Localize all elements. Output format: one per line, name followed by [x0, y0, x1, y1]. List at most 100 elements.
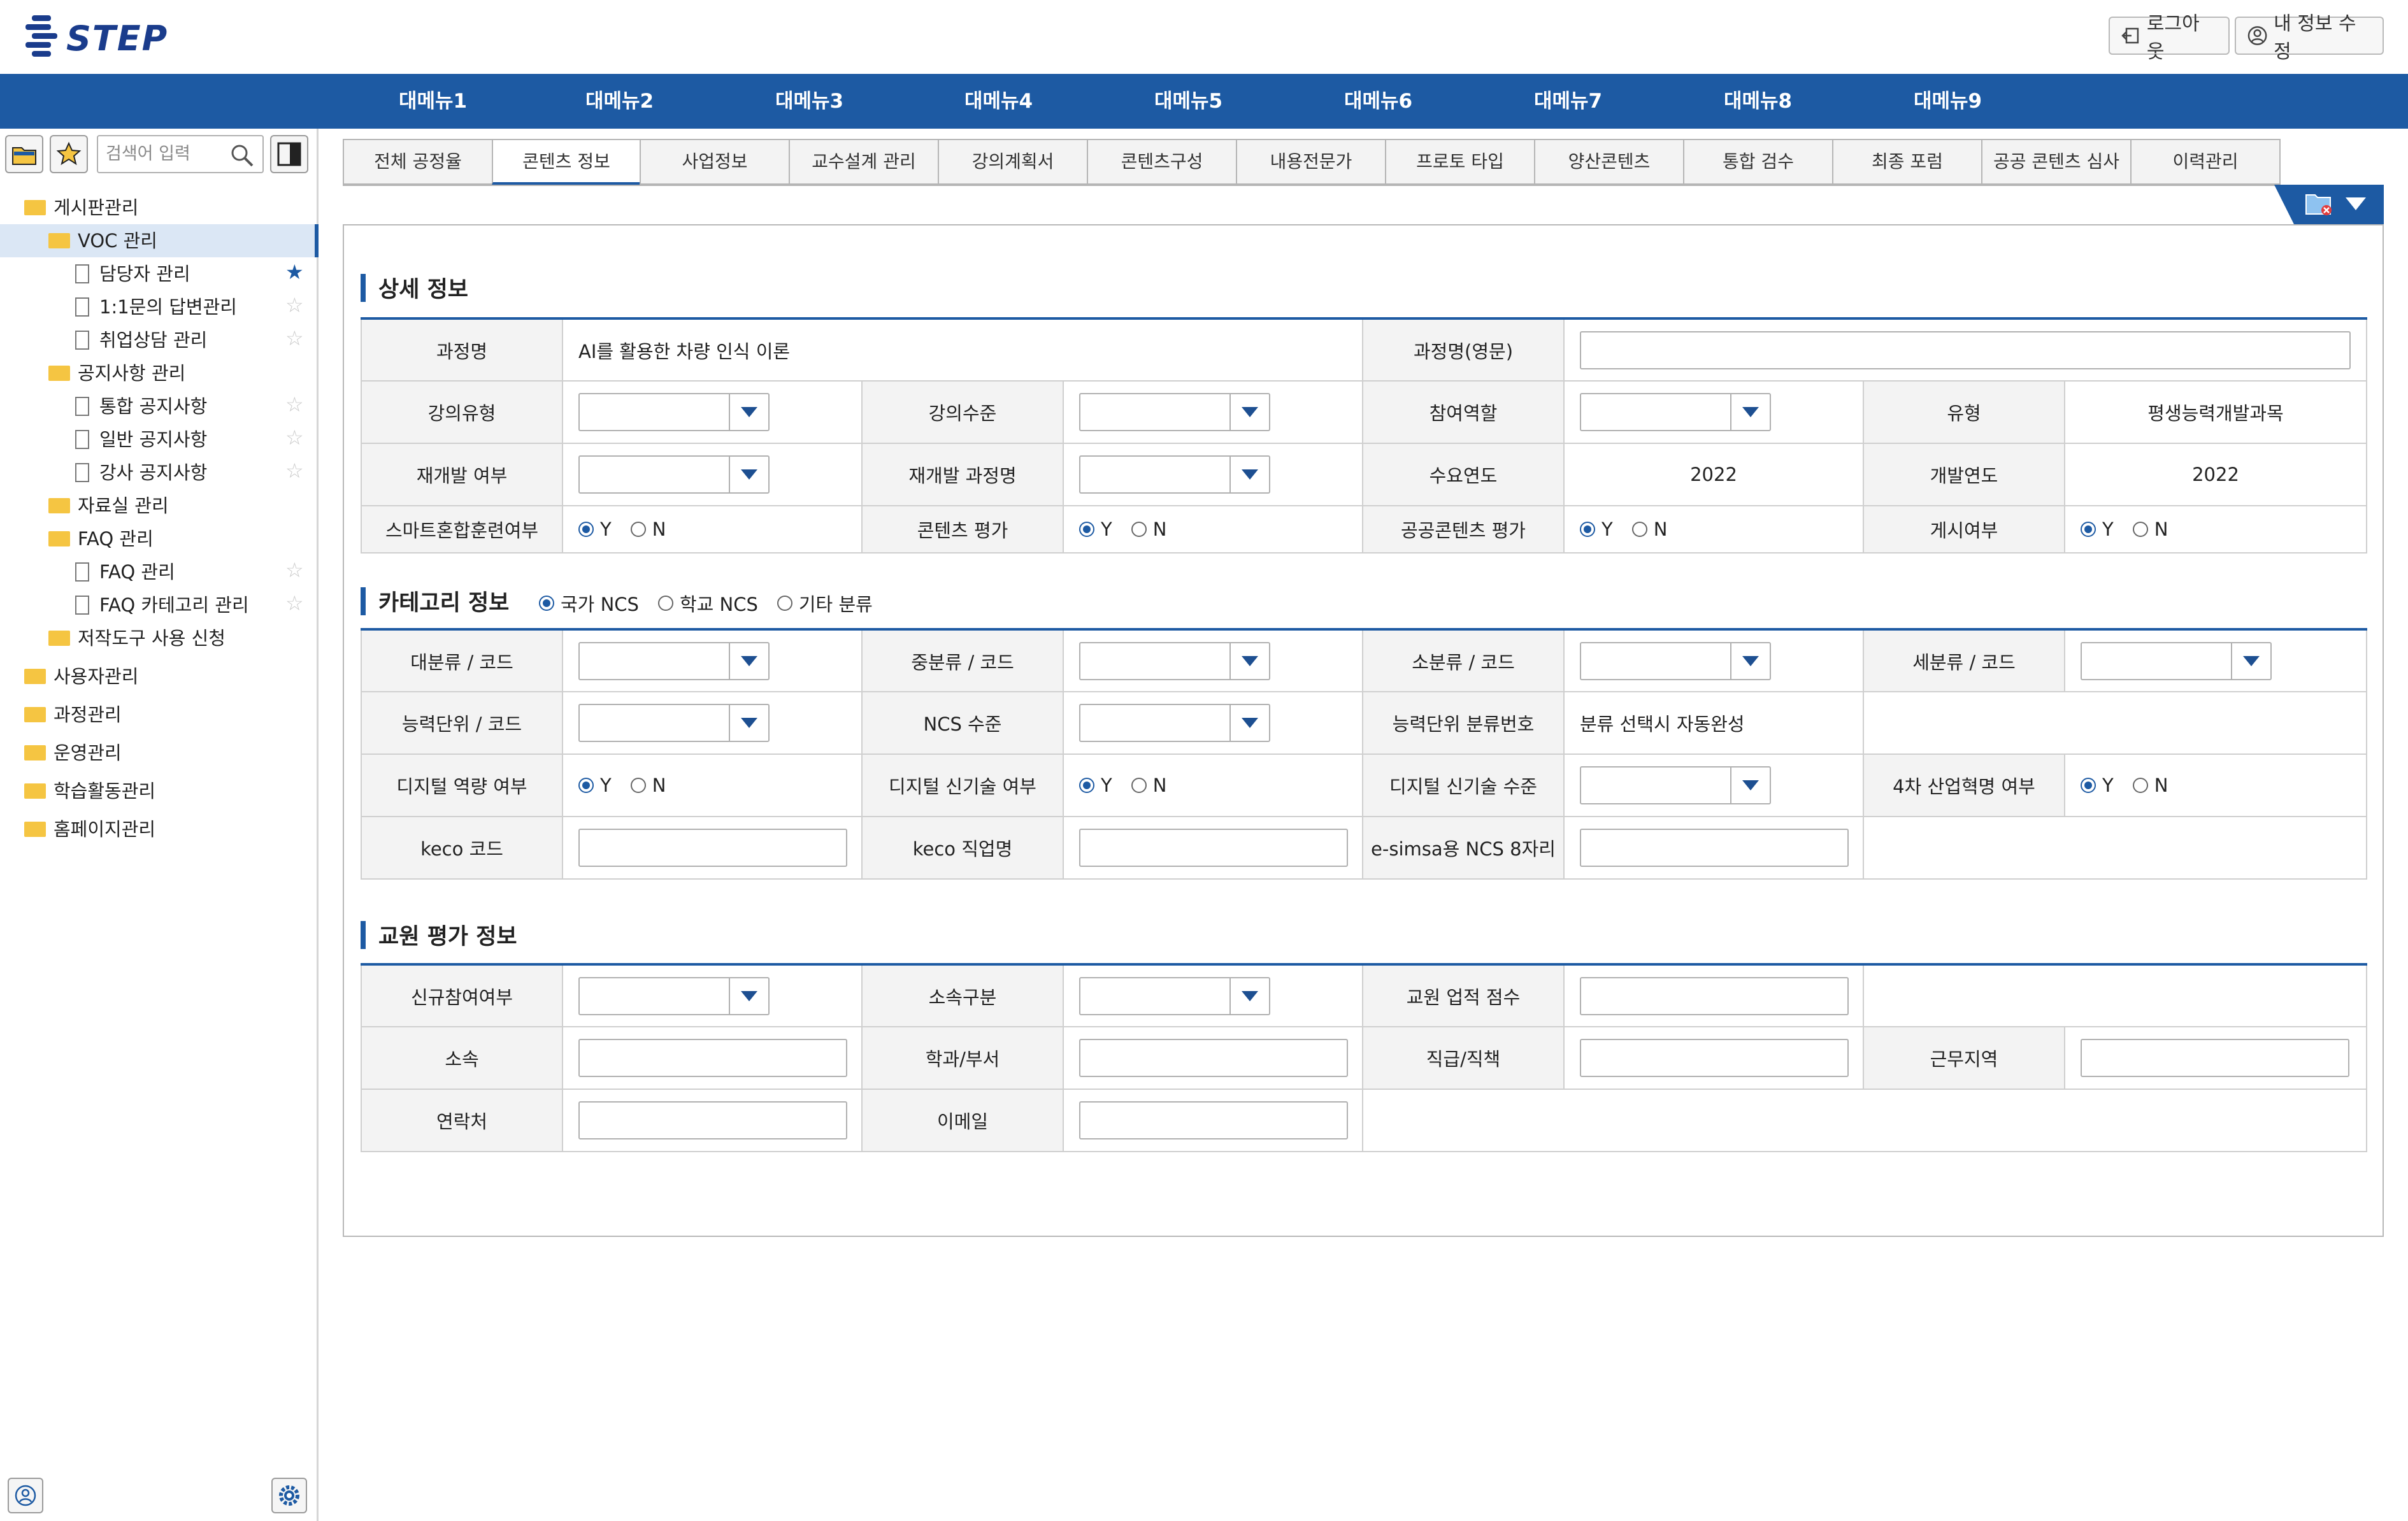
tab-content-expert[interactable]: 내용전문가 [1236, 139, 1386, 185]
tree-notice-all[interactable]: 통합 공지사항 [75, 390, 207, 423]
industry4-no-radio[interactable] [2132, 778, 2148, 793]
favorite-star-icon[interactable]: ☆ [285, 293, 304, 317]
tab-content-info[interactable]: 콘텐츠 정보 [492, 139, 641, 185]
menu-item-2[interactable]: 대메뉴2 [585, 74, 654, 129]
digital-new-yes-radio[interactable] [1079, 778, 1094, 793]
digital-new-level-select[interactable] [1580, 766, 1771, 804]
digital-no-radio[interactable] [630, 778, 646, 793]
menu-item-1[interactable]: 대메뉴1 [399, 74, 467, 129]
favorite-star-icon[interactable]: ☆ [285, 459, 304, 483]
digital-yes-radio[interactable] [578, 778, 594, 793]
tab-integrated-review[interactable]: 통합 검수 [1683, 139, 1833, 185]
tab-mass-content[interactable]: 양산콘텐츠 [1534, 139, 1684, 185]
tab-instruction-design[interactable]: 교수설계 관리 [789, 139, 939, 185]
keco-job-input[interactable] [1079, 829, 1348, 867]
email-input[interactable] [1079, 1101, 1348, 1139]
tree-faq[interactable]: FAQ 관리 [48, 522, 154, 555]
tab-history[interactable]: 이력관리 [2130, 139, 2281, 185]
tab-business-info[interactable]: 사업정보 [640, 139, 790, 185]
esimsa-input[interactable] [1580, 829, 1849, 867]
tree-learning[interactable]: 학습활동관리 [24, 775, 155, 808]
dept-input[interactable] [1079, 1039, 1348, 1077]
course-name-en-input[interactable] [1580, 331, 2351, 369]
menu-item-9[interactable]: 대메뉴9 [1914, 74, 1982, 129]
smart-no-radio[interactable] [630, 522, 646, 537]
school-ncs-radio[interactable] [657, 596, 673, 611]
keco-code-input[interactable] [578, 829, 847, 867]
position-input[interactable] [1580, 1039, 1849, 1077]
sidebar-user-button[interactable] [8, 1478, 43, 1513]
national-ncs-radio[interactable] [539, 596, 554, 611]
logo[interactable]: STEP [23, 14, 168, 62]
panel-toggle-button[interactable] [270, 135, 308, 173]
tree-homepage[interactable]: 홈페이지관리 [24, 813, 155, 846]
org-input[interactable] [578, 1039, 847, 1077]
tree-notice[interactable]: 공지사항 관리 [48, 357, 185, 390]
menu-item-8[interactable]: 대메뉴8 [1724, 74, 1792, 129]
middle-select[interactable] [1079, 641, 1270, 680]
tree-course[interactable]: 과정관리 [24, 698, 122, 731]
posted-no-radio[interactable] [2132, 522, 2148, 537]
sidebar-settings-button[interactable] [271, 1478, 307, 1513]
detail-class-select[interactable] [2081, 641, 2272, 680]
new-participation-select[interactable] [578, 976, 770, 1015]
tree-board[interactable]: 게시판관리 [24, 191, 138, 224]
folder-close-icon[interactable] [2305, 191, 2333, 217]
logout-button[interactable]: 로그아웃 [2109, 13, 2230, 63]
unit-select[interactable] [578, 704, 770, 742]
tab-overall-progress[interactable]: 전체 공정율 [343, 139, 493, 185]
lecture-type-select[interactable] [578, 393, 770, 431]
tree-copyright[interactable]: 저작도구 사용 신청 [48, 622, 226, 655]
tree-manager[interactable]: 담당자 관리 [75, 257, 190, 290]
content-eval-no-radio[interactable] [1131, 522, 1147, 537]
tree-faq-manage[interactable]: FAQ 관리 [75, 555, 175, 589]
favorite-star-icon[interactable]: ★ [285, 260, 304, 284]
edit-profile-button[interactable]: 내 정보 수정 [2235, 13, 2384, 63]
public-eval-yes-radio[interactable] [1580, 522, 1595, 537]
favorite-star-icon[interactable]: ☆ [285, 326, 304, 350]
tree-job[interactable]: 취업상담 관리 [75, 324, 207, 357]
menu-item-6[interactable]: 대메뉴6 [1344, 74, 1412, 129]
score-input[interactable] [1580, 976, 1849, 1015]
region-input[interactable] [2081, 1039, 2349, 1077]
menu-item-7[interactable]: 대메뉴7 [1534, 74, 1602, 129]
industry4-yes-radio[interactable] [2081, 778, 2096, 793]
menu-item-5[interactable]: 대메뉴5 [1154, 74, 1222, 129]
tree-notice-lecturer[interactable]: 강사 공지사항 [75, 456, 207, 489]
role-select[interactable] [1580, 393, 1771, 431]
tree-notice-general[interactable]: 일반 공지사항 [75, 423, 207, 456]
favorite-star-icon[interactable]: ☆ [285, 591, 304, 615]
tab-final-forum[interactable]: 최종 포럼 [1832, 139, 1982, 185]
favorites-button[interactable] [50, 135, 88, 173]
minor-select[interactable] [1580, 641, 1771, 680]
favorite-star-icon[interactable]: ☆ [285, 392, 304, 417]
redev-select[interactable] [578, 455, 770, 494]
tree-operation[interactable]: 운영관리 [24, 736, 122, 769]
favorite-star-icon[interactable]: ☆ [285, 558, 304, 582]
folder-toggle-button[interactable] [5, 135, 43, 173]
posted-yes-radio[interactable] [2081, 522, 2096, 537]
content-eval-yes-radio[interactable] [1079, 522, 1094, 537]
tree-archive[interactable]: 자료실 관리 [48, 489, 169, 522]
menu-item-4[interactable]: 대메뉴4 [964, 74, 1033, 129]
menu-item-3[interactable]: 대메뉴3 [775, 74, 843, 129]
other-category-radio[interactable] [777, 596, 792, 611]
search-icon[interactable] [229, 143, 255, 168]
digital-new-no-radio[interactable] [1131, 778, 1147, 793]
public-eval-no-radio[interactable] [1631, 522, 1647, 537]
major-select[interactable] [578, 641, 770, 680]
ncs-level-select[interactable] [1079, 704, 1270, 742]
smart-yes-radio[interactable] [578, 522, 594, 537]
chevron-down-icon[interactable] [2344, 196, 2367, 211]
tab-prototype[interactable]: 프로토 타입 [1385, 139, 1535, 185]
tab-content-structure[interactable]: 콘텐츠구성 [1087, 139, 1237, 185]
lecture-level-select[interactable] [1079, 393, 1270, 431]
tree-voc[interactable]: VOC 관리 [0, 224, 319, 257]
tree-faq-category[interactable]: FAQ 카테고리 관리 [75, 589, 249, 622]
tab-public-content-review[interactable]: 공공 콘텐츠 심사 [1981, 139, 2132, 185]
tree-qna[interactable]: 1:1문의 답변관리 [75, 290, 237, 324]
tree-users[interactable]: 사용자관리 [24, 660, 138, 693]
redev-course-select[interactable] [1079, 455, 1270, 494]
favorite-star-icon[interactable]: ☆ [285, 425, 304, 450]
belong-type-select[interactable] [1079, 976, 1270, 1015]
